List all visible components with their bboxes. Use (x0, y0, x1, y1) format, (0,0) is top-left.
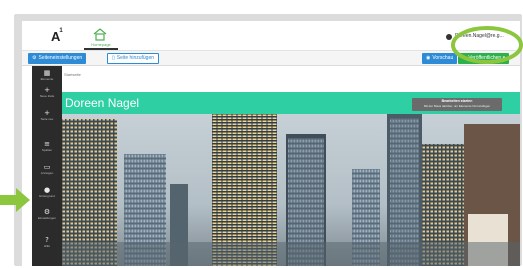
breadcrumb[interactable]: Startseite (64, 72, 81, 77)
plus-icon: + (44, 86, 50, 94)
sidebar-item-label: Spalten (41, 148, 53, 152)
brand-logo[interactable]: A1 (51, 27, 63, 44)
highlight-ellipse (451, 26, 523, 64)
page-canvas: Startseite Doreen Nagel Bearbeiten start… (62, 66, 520, 266)
top-header: A1 Homepage Doreen.Nagel@re.g... ▾ (22, 21, 520, 51)
sidebar-item-background[interactable]: ● Hintergrund (32, 186, 62, 198)
sidebar-item-elements[interactable]: ▦ Elemente (32, 69, 62, 81)
eye-icon: ◉ (426, 55, 431, 61)
edit-hint-tooltip: Bearbeiten starten Mit der Maus darüber,… (412, 98, 502, 111)
sidebar-item-label: Elemente (40, 77, 54, 81)
website-builder-window: A1 Homepage Doreen.Nagel@re.g... ▾ ⚙ Seit… (22, 21, 520, 266)
help-icon: ? (45, 236, 49, 244)
sidebar-item-display[interactable]: ▭ Anzeigen (32, 163, 62, 175)
home-tab-indicator (84, 48, 118, 50)
page-icon: ▯ (112, 55, 115, 61)
sidebar-item-new-row[interactable]: + Neue Zeile (32, 86, 62, 98)
gear-icon: ⚙ (43, 208, 51, 216)
page-settings-label: Seiteneinstellungen (38, 55, 83, 61)
tooltip-text: Mit der Maus darüber, um Elemente hinzuz… (423, 104, 491, 108)
sidebar-item-label: Seite neu (40, 117, 54, 121)
city-skyline-image (62, 114, 520, 266)
hero-image[interactable] (62, 114, 520, 266)
header-banner[interactable]: Doreen Nagel Bearbeiten starten Mit der … (62, 92, 520, 114)
sidebar-item-columns[interactable]: ≡ Spalten (32, 140, 62, 152)
add-page-button[interactable]: ▯ Seite hinzufügen (107, 53, 160, 64)
sidebar-item-label: Anzeigen (40, 171, 54, 175)
grid-icon: ▦ (43, 69, 51, 77)
sidebar-item-settings[interactable]: ⚙ Einstellungen (32, 208, 62, 220)
home-label: Homepage (91, 42, 111, 47)
add-page-label: Seite hinzufügen (116, 55, 155, 61)
page-settings-button[interactable]: ⚙ Seiteneinstellungen (28, 53, 87, 64)
gear-icon: ⚙ (32, 55, 37, 61)
editor-toolbar: ⚙ Seiteneinstellungen ▯ Seite hinzufügen ◉… (22, 51, 520, 66)
sidebar-item-label: Hilfe (43, 244, 50, 248)
sidebar-item-label: Hintergrund (39, 194, 55, 198)
sidebar-item-new-page[interactable]: + Seite neu (32, 109, 62, 121)
list-icon: ≡ (44, 140, 50, 148)
sidebar-item-label: Neue Zeile (39, 94, 55, 98)
page-title[interactable]: Doreen Nagel (65, 96, 139, 110)
arrow-right-icon (0, 188, 30, 212)
sidebar-item-help[interactable]: ? Hilfe (32, 236, 62, 248)
left-tool-sidebar: ▦ Elemente + Neue Zeile + Seite neu ≡ Sp… (32, 66, 62, 266)
paint-drop-icon: ● (43, 186, 51, 194)
logo-superscript: 1 (59, 27, 63, 34)
monitor-icon: ▭ (43, 163, 51, 171)
plus-icon: + (44, 109, 50, 117)
sidebar-item-label: Einstellungen (37, 216, 56, 220)
